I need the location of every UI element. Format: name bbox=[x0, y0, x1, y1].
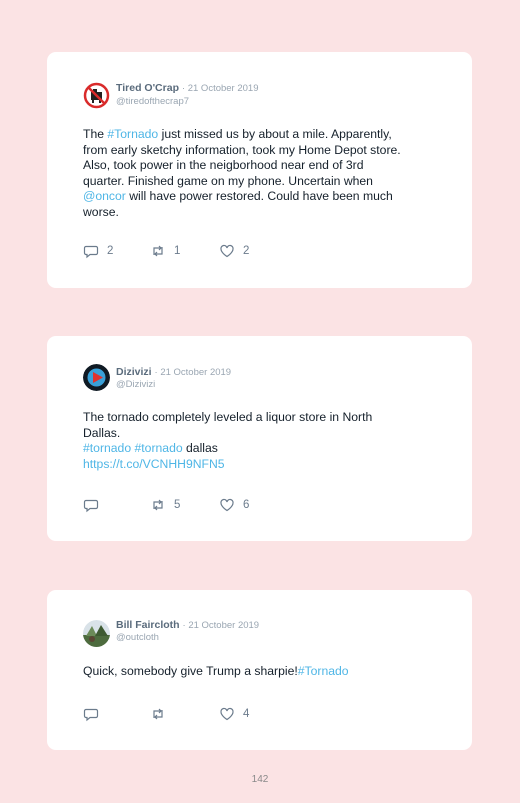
heart-icon bbox=[220, 244, 234, 258]
tweet-card: Tired O'Crap · 21 October 2019 @tiredoft… bbox=[47, 52, 472, 288]
hashtag-link[interactable]: #Tornado bbox=[298, 664, 349, 678]
reply-button[interactable] bbox=[83, 497, 107, 513]
retweet-count: 1 bbox=[174, 245, 181, 257]
heart-icon bbox=[220, 498, 234, 512]
tweet-card: Bill Faircloth · 21 October 2019 @outclo… bbox=[47, 590, 472, 750]
tweet-text: Quick, somebody give Trump a sharpie!#To… bbox=[83, 664, 349, 678]
author-name[interactable]: Tired O'Crap bbox=[116, 82, 179, 94]
like-count: 4 bbox=[243, 708, 250, 720]
retweet-icon bbox=[153, 708, 163, 720]
author-name[interactable]: Bill Faircloth bbox=[116, 619, 180, 631]
avatar[interactable] bbox=[83, 82, 110, 109]
avatar[interactable] bbox=[83, 364, 110, 391]
author-line: Tired O'Crap · 21 October 2019 bbox=[116, 82, 259, 94]
reply-icon bbox=[83, 245, 99, 259]
author-handle[interactable]: @tiredofthecrap7 bbox=[116, 96, 189, 107]
author-handle[interactable]: @outcloth bbox=[116, 632, 159, 643]
like-button[interactable]: 2 bbox=[219, 243, 249, 259]
reply-icon bbox=[83, 499, 99, 513]
like-count: 2 bbox=[243, 245, 250, 257]
reply-icon bbox=[83, 708, 99, 722]
tweet-actions: 2 1 2 bbox=[83, 243, 383, 259]
retweet-icon bbox=[153, 499, 163, 511]
tweet-date: · 21 October 2019 bbox=[182, 620, 260, 631]
hashtag-link[interactable]: #Tornado bbox=[107, 127, 158, 141]
retweet-count: 5 bbox=[174, 499, 181, 511]
tweet-card: Dizivizi · 21 October 2019 @Dizivizi The… bbox=[47, 336, 472, 541]
page-number: 142 bbox=[251, 774, 269, 785]
retweet-button[interactable]: 5 bbox=[150, 497, 180, 513]
like-count: 6 bbox=[243, 499, 250, 511]
tweet-date: · 21 October 2019 bbox=[181, 83, 259, 94]
avatar[interactable] bbox=[83, 620, 110, 647]
retweet-button[interactable]: 1 bbox=[150, 243, 180, 259]
url-link[interactable]: https://t.co/VCNHH9NFN5 bbox=[83, 457, 225, 471]
author-name[interactable]: Dizivizi bbox=[116, 366, 152, 378]
heart-icon bbox=[220, 707, 234, 721]
tweet-actions: 5 6 bbox=[83, 497, 383, 513]
hashtag-link[interactable]: #tornado bbox=[135, 441, 183, 455]
reply-button[interactable]: 2 bbox=[83, 243, 113, 259]
reply-count: 2 bbox=[107, 245, 114, 257]
tweet-text: The #Tornado just missed us by about a m… bbox=[83, 127, 401, 219]
retweet-icon bbox=[153, 245, 163, 257]
like-button[interactable]: 6 bbox=[219, 497, 249, 513]
tweet-actions: 4 bbox=[83, 706, 383, 722]
tweet-date: · 21 October 2019 bbox=[154, 367, 232, 378]
author-line: Bill Faircloth · 21 October 2019 bbox=[116, 619, 259, 631]
author-handle[interactable]: @Dizivizi bbox=[116, 379, 155, 390]
author-line: Dizivizi · 21 October 2019 bbox=[116, 366, 231, 378]
like-button[interactable]: 4 bbox=[219, 706, 249, 722]
retweet-button[interactable] bbox=[150, 706, 174, 722]
tweet-text: The tornado completely leveled a liquor … bbox=[83, 410, 373, 471]
reply-button[interactable] bbox=[83, 706, 107, 722]
hashtag-link[interactable]: #tornado bbox=[83, 441, 131, 455]
mention-link[interactable]: @oncor bbox=[83, 189, 126, 203]
